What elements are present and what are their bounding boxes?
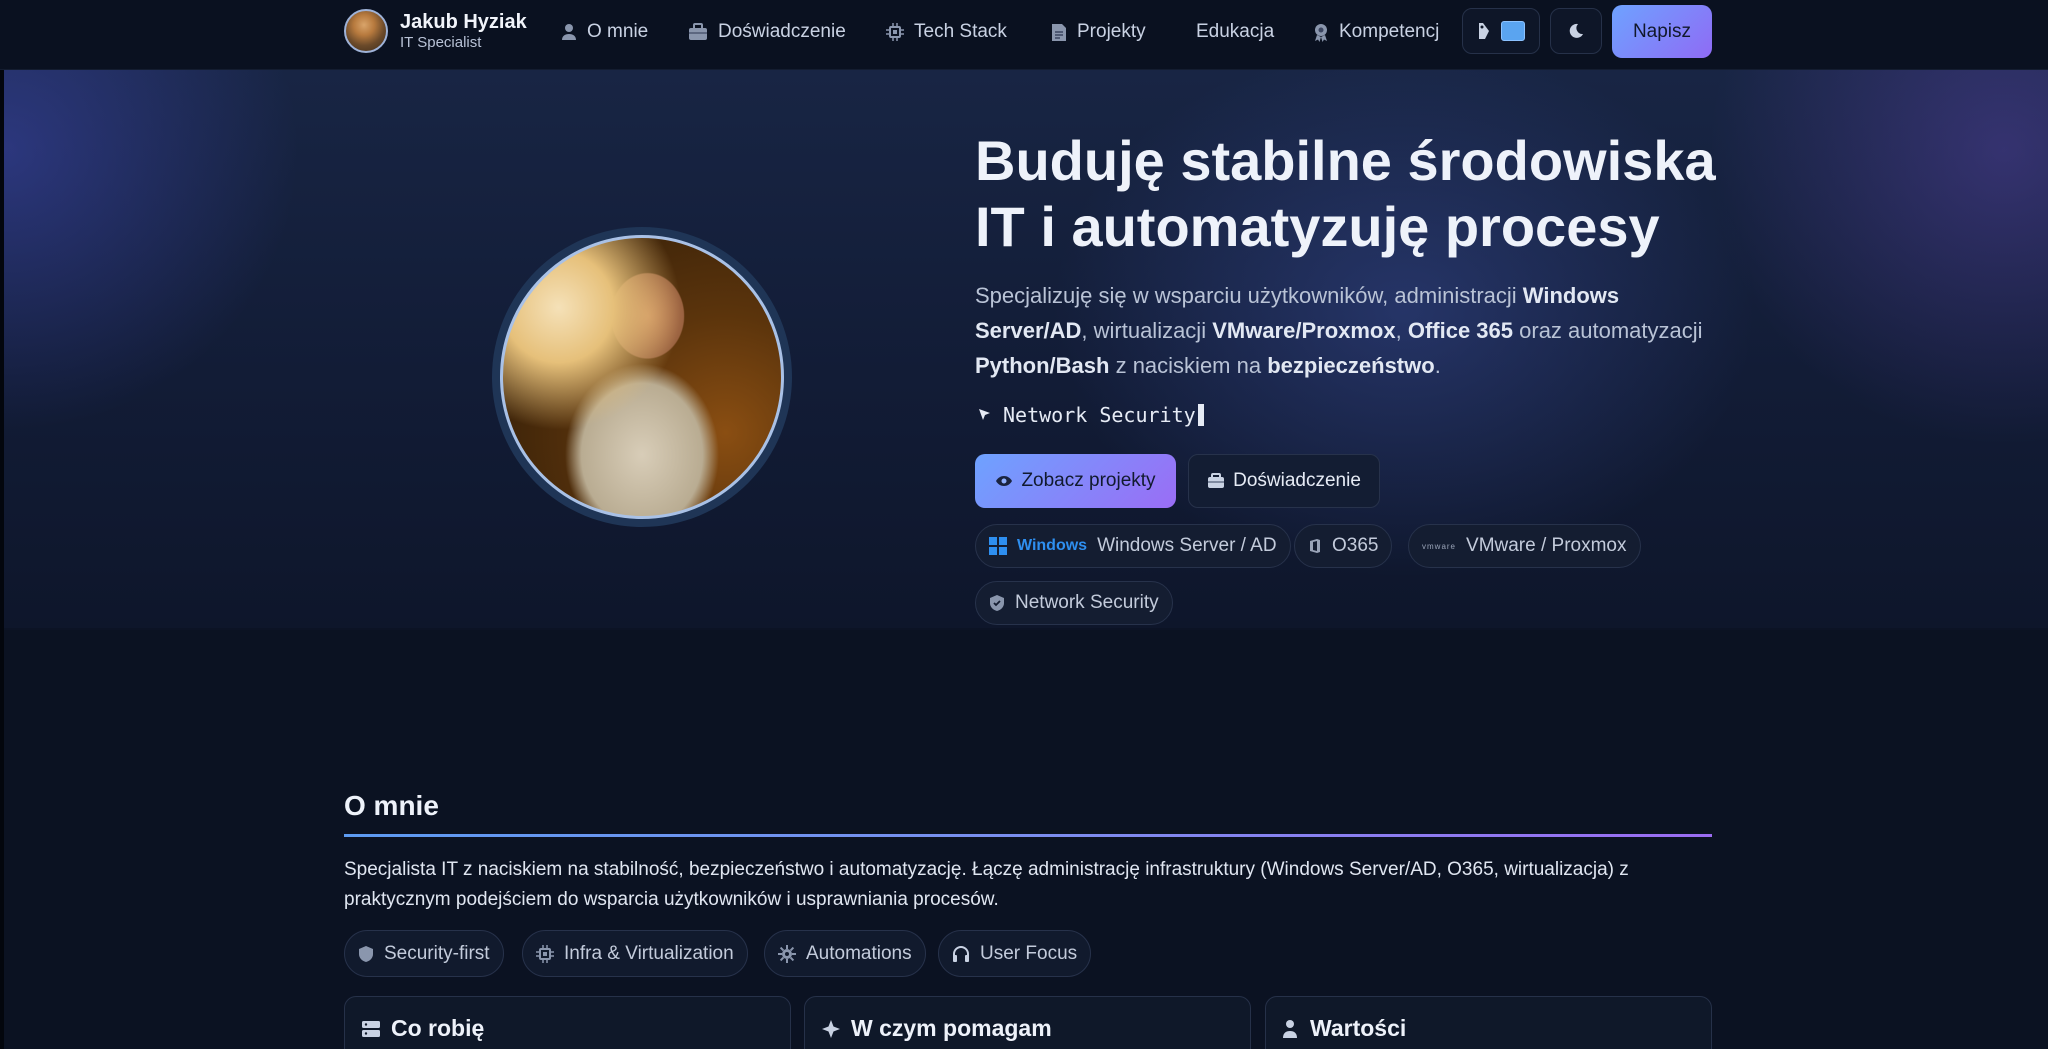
desc-text: , wirtualizacji [1081, 318, 1213, 343]
value-tag-infra: Infra & Virtualization [522, 930, 748, 977]
button-label: Zobacz projekty [1021, 470, 1156, 491]
brand[interactable]: Jakub Hyziak IT Specialist [344, 9, 527, 53]
chip-label: Windows Server / AD [1097, 535, 1277, 556]
nav-link-kompetencje[interactable]: Kompetencj [1313, 20, 1439, 44]
moon-icon [1569, 23, 1583, 38]
hero-divider [4, 628, 2048, 630]
nav-link-label: Edukacja [1196, 21, 1275, 42]
skill-chip-network-security: Network Security [975, 581, 1173, 625]
tag-label: Security-first [384, 942, 490, 964]
card-co-robie: Co robię [344, 996, 791, 1049]
value-tag-security: Security-first [344, 930, 504, 977]
typing-caret [1197, 404, 1204, 426]
nav-link-label: Doświadczenie [718, 21, 846, 42]
skill-chip-vmware: vmware VMware / Proxmox [1408, 524, 1641, 568]
windows-logo-text: Windows [1017, 537, 1088, 554]
nav-link-label: O mnie [587, 21, 649, 42]
skill-chip-o365: O365 [1294, 524, 1393, 568]
skill-chip-windows: Windows Windows Server / AD [975, 524, 1291, 568]
desc-highlight: Office 365 [1407, 318, 1514, 343]
contact-button[interactable]: Napisz [1612, 5, 1712, 58]
section-title-about: O mnie [344, 790, 439, 821]
windows-logo-icon [989, 537, 1007, 555]
cpu-icon [536, 944, 554, 963]
shield-icon [359, 945, 373, 962]
pointer-icon [979, 409, 990, 420]
theme-toggle-button[interactable] [1550, 8, 1602, 54]
nav-link-label: Projekty [1077, 21, 1146, 42]
about-description: Specjalista IT z naciskiem na stabilność… [344, 859, 1629, 910]
brand-role: IT Specialist [400, 34, 482, 51]
nav-link-edukacja[interactable]: Edukacja [1196, 20, 1274, 44]
nav-link-doswiadczenie[interactable]: Doświadczenie [688, 20, 846, 44]
hero-title-line2: IT i automatyzuję procesy [975, 195, 1660, 258]
person-heart-icon [1283, 1019, 1297, 1038]
gear-icon [778, 944, 796, 963]
profile-photo [500, 235, 784, 519]
typing-headline: Network Security [977, 403, 1204, 427]
briefcase-icon [689, 23, 707, 40]
brand-name: Jakub Hyziak [400, 11, 527, 33]
section-divider [344, 834, 1712, 837]
desc-text: . [1434, 353, 1441, 378]
card-title: Wartości [1310, 1015, 1407, 1041]
hero-description: Specjalizuję się w wsparciu użytkowników… [975, 278, 1715, 383]
desc-text: , [1395, 318, 1408, 343]
value-tag-automations: Automations [764, 930, 926, 977]
office-icon [1310, 539, 1320, 553]
tag-label: Infra & Virtualization [564, 942, 734, 964]
hero-title: Buduję stabilne środowiska IT i automaty… [975, 128, 1735, 260]
card-title: Co robię [391, 1015, 485, 1041]
accent-color-toggle[interactable] [1462, 8, 1540, 54]
value-tag-user-focus: User Focus [938, 930, 1092, 977]
experience-button[interactable]: Doświadczenie [1188, 454, 1380, 508]
tag-label: Automations [806, 942, 912, 964]
user-icon [562, 24, 576, 40]
nav-link-projekty[interactable]: Projekty [1051, 20, 1146, 44]
chip-label: VMware / Proxmox [1466, 535, 1627, 556]
desc-text: z naciskiem na [1109, 353, 1268, 378]
nav-link-o-mnie[interactable]: O mnie [561, 20, 648, 44]
server-icon [362, 1020, 380, 1037]
desc-text: Specjalizuję się w wsparciu użytkowników… [975, 283, 1523, 308]
nav-link-label: Kompetencj [1339, 21, 1440, 42]
top-navbar: Jakub Hyziak IT Specialist O mnie Doświa… [0, 0, 2048, 70]
cpu-icon [886, 23, 904, 41]
vmware-logo-icon: vmware [1422, 541, 1457, 551]
headphones-icon [953, 945, 969, 962]
document-icon [1052, 23, 1066, 41]
palette-icon [1479, 23, 1489, 39]
nav-link-tech-stack[interactable]: Tech Stack [886, 20, 1007, 44]
desc-highlight: VMware/Proxmox [1212, 318, 1396, 343]
view-projects-button[interactable]: Zobacz projekty [975, 454, 1176, 508]
eye-icon [996, 476, 1013, 486]
desc-highlight: Python/Bash [975, 353, 1110, 378]
briefcase-icon [1208, 473, 1225, 488]
typing-text: Network Security [1003, 403, 1196, 427]
badge-icon [1315, 23, 1327, 42]
card-title: W czym pomagam [851, 1015, 1052, 1041]
hero-title-line1: Buduję stabilne środowiska [975, 129, 1716, 192]
chip-label: O365 [1332, 535, 1379, 556]
nav-link-label: Tech Stack [914, 21, 1007, 42]
card-wartosci: Wartości [1265, 996, 1712, 1049]
card-w-czym-pomagam: W czym pomagam [804, 996, 1251, 1049]
sparkle-icon [822, 1019, 840, 1038]
avatar [344, 9, 388, 53]
shield-icon [990, 595, 1004, 611]
button-label: Doświadczenie [1233, 470, 1361, 491]
desc-highlight: bezpieczeństwo [1267, 353, 1435, 378]
tag-label: User Focus [980, 942, 1078, 964]
chip-label: Network Security [1015, 592, 1159, 613]
desc-text: oraz automatyzacji [1513, 318, 1703, 343]
color-swatch[interactable] [1501, 21, 1525, 41]
profile-photo-frame [492, 227, 792, 527]
